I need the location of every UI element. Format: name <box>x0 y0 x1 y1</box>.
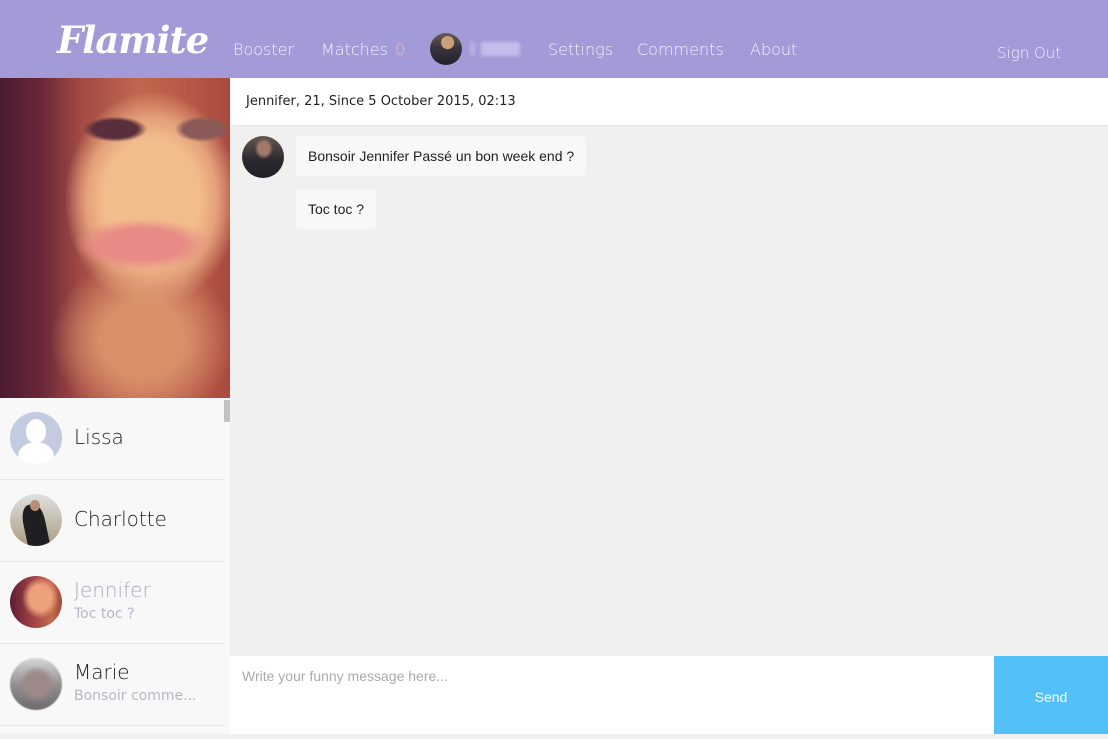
chat-messages-area: Bonsoir Jennifer Passé un bon week end ?… <box>230 127 1108 656</box>
user-avatar <box>430 33 462 65</box>
nav-booster[interactable]: Booster <box>233 40 294 59</box>
top-navbar: Flamite Booster Matches 0 ████ Settings … <box>0 0 1108 78</box>
nav-user-profile[interactable]: ████ <box>430 33 520 65</box>
nav-matches-label: Matches <box>321 40 388 59</box>
avatar-face <box>30 500 40 511</box>
message-input[interactable] <box>230 656 994 734</box>
contact-name: Charlotte <box>74 507 167 531</box>
message-composer <box>230 656 994 734</box>
default-avatar-icon <box>10 412 62 464</box>
contact-name: Lissa <box>74 425 124 449</box>
contact-avatar <box>10 576 62 628</box>
nav-matches[interactable]: Matches 0 <box>321 40 405 59</box>
sender-avatar <box>242 136 284 178</box>
contacts-list: Lissa Charlotte Jennifer Toc toc ? Marie… <box>0 398 230 734</box>
contact-item-charlotte[interactable]: Charlotte <box>0 480 224 562</box>
silhouette-body <box>18 442 54 464</box>
user-name-blurred: ████ <box>470 42 520 56</box>
brand-logo[interactable]: Flamite <box>57 18 209 62</box>
send-button[interactable]: Send <box>994 656 1108 734</box>
silhouette-head <box>26 419 46 443</box>
chat-match-info: Jennifer, 21, Since 5 October 2015, 02:1… <box>246 94 516 109</box>
contact-last-message: Bonsoir comme... <box>74 688 197 704</box>
nav-settings[interactable]: Settings <box>548 40 613 59</box>
sign-out-link[interactable]: Sign Out <box>997 44 1061 62</box>
message-bubble: Bonsoir Jennifer Passé un bon week end ? <box>296 136 587 176</box>
nav-about[interactable]: About <box>750 40 797 59</box>
contact-item-marie[interactable]: Marie Bonsoir comme... <box>0 644 224 726</box>
contact-item-jennifer[interactable]: Jennifer Toc toc ? <box>0 562 224 644</box>
contact-avatar <box>10 494 62 546</box>
chat-header: Jennifer, 21, Since 5 October 2015, 02:1… <box>230 78 1108 126</box>
match-profile-photo[interactable] <box>0 78 230 398</box>
contact-avatar <box>10 658 62 710</box>
nav-comments[interactable]: Comments <box>637 40 724 59</box>
message-bubble: Toc toc ? <box>296 189 377 229</box>
matches-count-badge: 0 <box>395 40 406 59</box>
contact-name: Marie <box>74 660 130 684</box>
contact-name: Jennifer <box>74 578 151 602</box>
contact-last-message: Toc toc ? <box>74 606 135 622</box>
contact-item-lissa[interactable]: Lissa <box>0 398 224 480</box>
